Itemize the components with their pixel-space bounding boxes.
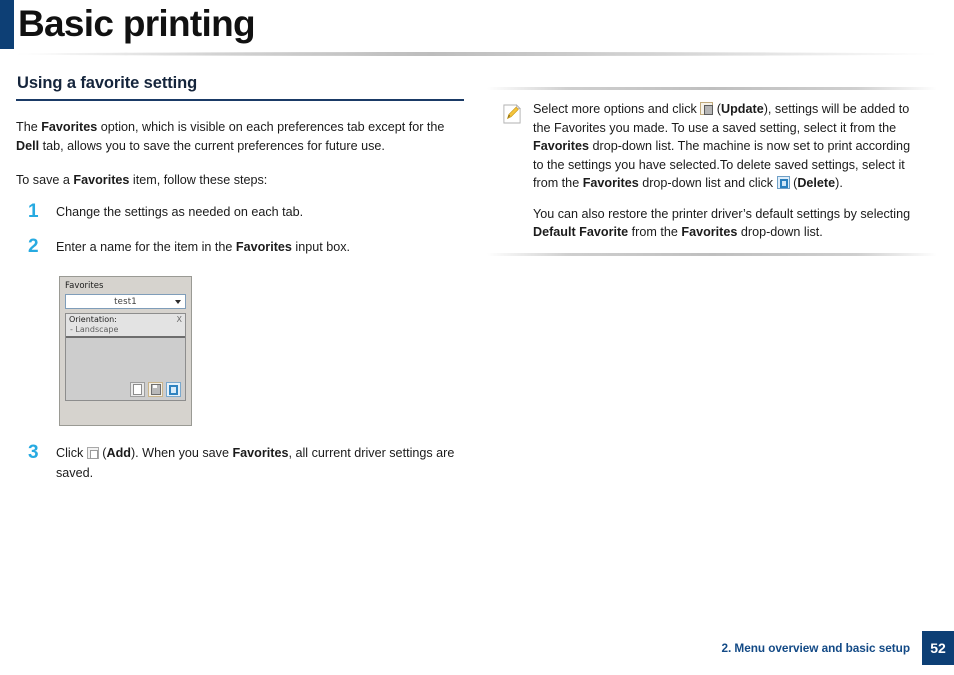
- intro-text-2: option, which is visible on each prefere…: [97, 119, 445, 134]
- note-p1-text-2: (: [713, 102, 722, 116]
- footer-section-label: 2. Menu overview and basic setup: [721, 641, 910, 655]
- note-p1-bold-favorites-1: Favorites: [533, 139, 589, 153]
- page-footer: 2. Menu overview and basic setup 52: [721, 631, 954, 665]
- note-p2-bold-favorites: Favorites: [681, 225, 738, 239]
- page-icon: [133, 384, 142, 395]
- settings-list-item: - Landscape: [66, 324, 185, 338]
- step-2-text-2: input box.: [291, 240, 351, 254]
- step-2-text-1: Enter a name for the item in the: [56, 240, 236, 254]
- left-column: Using a favorite setting The Favorites o…: [16, 72, 466, 483]
- step-3-bold-add: Add: [106, 446, 131, 460]
- dialog-add-button[interactable]: [130, 382, 145, 397]
- dialog-delete-button[interactable]: [166, 382, 181, 397]
- settings-list-header-label: Orientation:: [69, 315, 117, 324]
- intro-text-1: The: [16, 119, 42, 134]
- chevron-down-icon: [175, 299, 181, 304]
- note-p2-bold-default-favorite: Default Favorite: [533, 225, 629, 239]
- settings-list-header: Orientation: X: [66, 314, 185, 324]
- trash-icon: [169, 384, 178, 395]
- favorites-dropdown-value: test1: [114, 296, 137, 307]
- step-1: 1 Change the settings as needed on each …: [16, 201, 466, 225]
- intro-text-3: tab, allows you to save the current pref…: [39, 139, 385, 153]
- note-p1-bold-update: Update: [721, 102, 764, 116]
- update-icon: [700, 102, 714, 115]
- step-3-text-2: (: [98, 446, 107, 460]
- page-title: Basic printing: [18, 3, 256, 44]
- step-3-text: Click (Add). When you save Favorites, al…: [56, 444, 466, 483]
- floppy-disk-icon: [150, 384, 161, 395]
- delete-icon: [776, 176, 790, 189]
- section-heading-divider: [16, 99, 464, 101]
- section-heading: Using a favorite setting: [17, 74, 198, 92]
- step-1-text: Change the settings as needed on each ta…: [56, 205, 304, 219]
- intro-bold-favorites: Favorites: [41, 119, 98, 134]
- right-column: Select more options and click (Update), …: [487, 84, 937, 259]
- step-1-number: 1: [28, 201, 39, 222]
- step-3-number: 3: [28, 442, 39, 463]
- steps-lead-text-2: item, follow these steps:: [129, 172, 268, 187]
- step-2-number: 2: [28, 236, 39, 257]
- note-p1-bold-favorites-2: Favorites: [582, 176, 639, 190]
- step-3: 3 Click (Add). When you save Favorites, …: [16, 442, 466, 483]
- note-p1-text-1: Select more options and click: [533, 102, 701, 116]
- header-accent-bar: [0, 0, 14, 49]
- steps-lead-bold: Favorites: [73, 172, 130, 187]
- step-2: 2 Enter a name for the item in the Favor…: [16, 236, 466, 260]
- close-icon[interactable]: X: [177, 315, 182, 324]
- step-3-text-1: Click: [56, 446, 87, 460]
- step-3-bold-favorites: Favorites: [232, 446, 289, 460]
- step-2-text: Enter a name for the item in the Favorit…: [56, 238, 466, 258]
- favorites-settings-list[interactable]: Orientation: X - Landscape: [65, 313, 186, 401]
- note-pencil-icon: [503, 104, 521, 124]
- note-p1-bold-delete: Delete: [797, 176, 836, 190]
- intro-paragraph: The Favorites option, which is visible o…: [16, 118, 466, 157]
- step-3-text-3: ). When you save: [130, 446, 233, 460]
- note-paragraph-1: Select more options and click (Update), …: [533, 100, 924, 193]
- intro-bold-dell: Dell: [16, 139, 40, 153]
- note-p1-text-7: ).: [835, 176, 843, 190]
- steps-lead-text-1: To save a: [16, 172, 74, 187]
- add-icon: [86, 447, 99, 459]
- step-2-bold: Favorites: [235, 240, 292, 254]
- footer-page-number: 52: [922, 631, 954, 665]
- favorites-group-label: Favorites: [65, 281, 104, 291]
- favorites-dialog-buttons: [130, 382, 181, 397]
- dialog-update-button[interactable]: [148, 382, 163, 397]
- note-box: Select more options and click (Update), …: [487, 84, 937, 259]
- note-p2-text-1: You can also restore the printer driver’…: [533, 206, 911, 221]
- header-divider: [14, 52, 940, 56]
- note-p2-text-3: drop-down list.: [737, 225, 823, 239]
- note-p1-text-5: drop-down list and click: [638, 176, 777, 190]
- favorites-dialog-screenshot: Favorites test1 Orientation: X - Landsca…: [59, 276, 192, 426]
- note-p2-text-2: from the: [628, 225, 682, 239]
- favorites-dropdown[interactable]: test1: [65, 294, 186, 309]
- page-header: Basic printing: [0, 0, 954, 62]
- steps-lead-paragraph: To save a Favorites item, follow these s…: [16, 171, 466, 191]
- note-paragraph-2: You can also restore the printer driver’…: [533, 205, 924, 242]
